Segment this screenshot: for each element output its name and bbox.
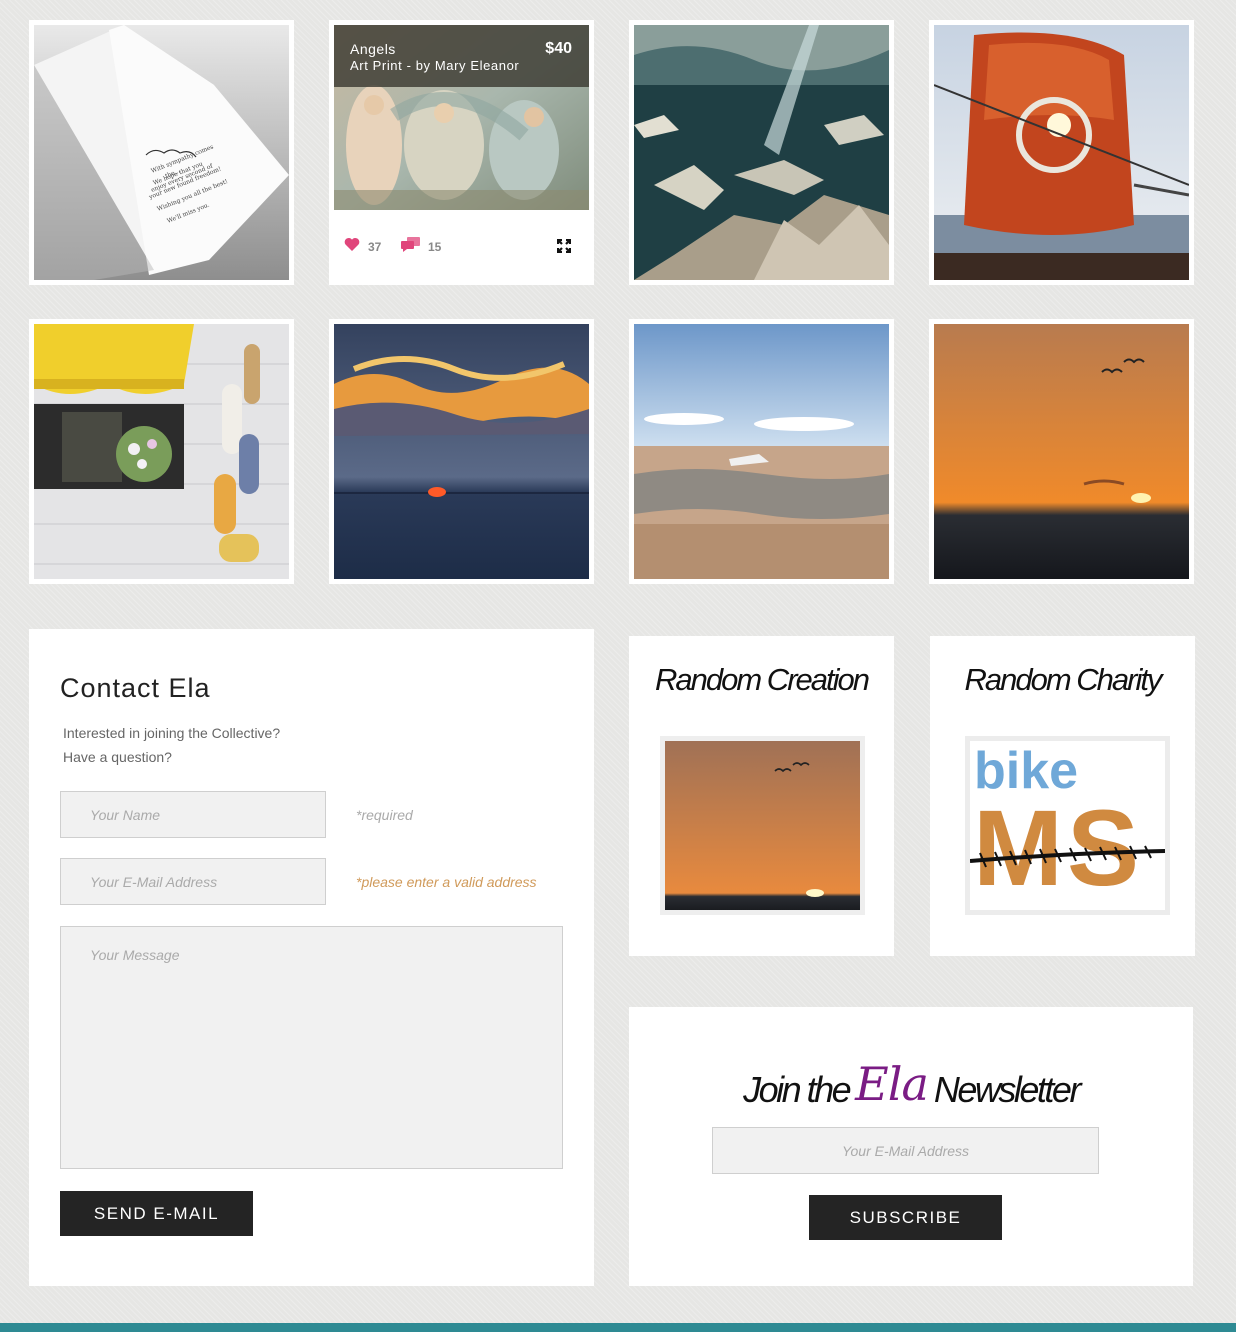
subscribe-button[interactable]: SUBSCRIBE xyxy=(809,1195,1002,1240)
comment-count: 15 xyxy=(428,240,442,254)
newsletter-email-input[interactable] xyxy=(712,1127,1099,1174)
barbed-line-icon xyxy=(970,845,1165,868)
contact-intro: Interested in joining the Collective? Ha… xyxy=(63,721,280,769)
like-button[interactable] xyxy=(344,237,360,252)
expand-button[interactable] xyxy=(557,239,571,253)
random-charity-title: Random Charity xyxy=(964,662,1163,697)
newsletter-title: Join the Ela Newsletter xyxy=(629,1057,1193,1113)
charity-logo[interactable]: bike MS xyxy=(965,736,1170,915)
random-creation-panel: Random Creation xyxy=(629,636,894,956)
gallery-item-lifeboat[interactable] xyxy=(929,20,1194,285)
gallery-item-abstract[interactable] xyxy=(629,20,894,285)
like-count: 37 xyxy=(368,240,382,254)
contact-panel: Contact Ela Interested in joining the Co… xyxy=(29,629,594,1286)
comment-button[interactable] xyxy=(401,237,421,252)
gallery-item-beach-boat[interactable] xyxy=(629,319,894,584)
sunset-clouds-image xyxy=(334,324,589,579)
email-input[interactable] xyxy=(60,858,326,905)
name-input[interactable] xyxy=(60,791,326,838)
contact-title: Contact Ela xyxy=(60,673,211,703)
gallery-item-card[interactable]: With sympathy comes the... We hope that … xyxy=(29,20,294,285)
heart-icon xyxy=(344,237,360,251)
angels-image: Angels Art Print - by Mary Eleanor $40 xyxy=(334,25,589,215)
card-image: With sympathy comes the... We hope that … xyxy=(34,25,289,280)
creation-sunset-image xyxy=(665,741,860,910)
newsletter-brand: Ela xyxy=(855,1057,929,1111)
send-email-button[interactable]: SEND E-MAIL xyxy=(60,1191,253,1236)
charity-logo-canvas: bike MS xyxy=(970,741,1165,910)
item-info-overlay: Angels Art Print - by Mary Eleanor $40 xyxy=(334,25,589,87)
abstract-image xyxy=(634,25,889,280)
buoys-image xyxy=(34,324,289,579)
newsletter-title-pre: Join the xyxy=(743,1069,852,1110)
email-valid-hint: *please enter a valid address xyxy=(356,874,537,890)
item-price: $40 xyxy=(545,40,572,57)
random-charity-panel: Random Charity bike MS xyxy=(930,636,1195,956)
lifeboat-image xyxy=(934,25,1189,280)
item-subtitle: Art Print - by Mary Eleanor xyxy=(350,58,520,73)
item-title: Angels xyxy=(350,41,396,57)
contact-intro-line2: Have a question? xyxy=(63,749,172,765)
random-creation-image[interactable] xyxy=(660,736,865,915)
expand-icon xyxy=(557,239,571,253)
message-textarea[interactable] xyxy=(60,926,563,1169)
contact-intro-line1: Interested in joining the Collective? xyxy=(63,725,281,741)
beach-boat-image xyxy=(634,324,889,579)
comment-icon xyxy=(401,237,420,252)
gallery-item-orange-sunset[interactable] xyxy=(929,319,1194,584)
newsletter-panel: Join theElaNewsletter SUBSCRIBE xyxy=(629,1007,1193,1286)
gallery-item-buoys[interactable] xyxy=(29,319,294,584)
newsletter-title-post: Newsletter xyxy=(933,1069,1082,1110)
footer-bar xyxy=(0,1323,1236,1332)
gallery-item-sunset-clouds[interactable] xyxy=(329,319,594,584)
gallery-item-angels[interactable]: Angels Art Print - by Mary Eleanor $40 3… xyxy=(329,20,594,285)
item-actions-bar: 37 15 xyxy=(329,210,594,285)
orange-sunset-image xyxy=(934,324,1189,579)
random-creation-title: Random Creation xyxy=(655,662,870,697)
name-required-hint: *required xyxy=(356,807,413,823)
